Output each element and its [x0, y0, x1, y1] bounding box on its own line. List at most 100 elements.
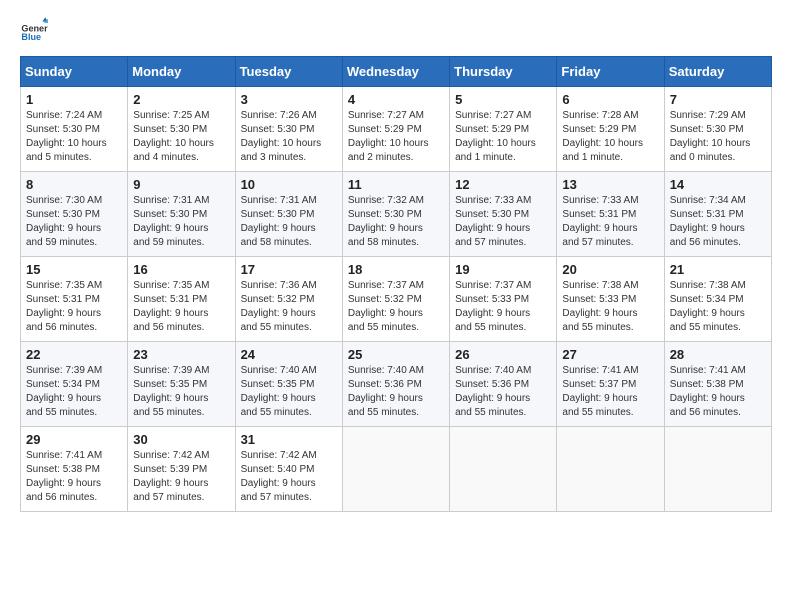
calendar-cell: 7 Sunrise: 7:29 AM Sunset: 5:30 PM Daylig…: [664, 87, 771, 172]
calendar-cell: 15 Sunrise: 7:35 AM Sunset: 5:31 PM Dayli…: [21, 257, 128, 342]
calendar-cell: 8 Sunrise: 7:30 AM Sunset: 5:30 PM Daylig…: [21, 172, 128, 257]
calendar-cell: 11 Sunrise: 7:32 AM Sunset: 5:30 PM Dayli…: [342, 172, 449, 257]
day-info: Sunrise: 7:31 AM Sunset: 5:30 PM Dayligh…: [133, 194, 229, 250]
calendar-cell: [342, 427, 449, 512]
calendar-cell: 13 Sunrise: 7:33 AM Sunset: 5:31 PM Dayli…: [557, 172, 664, 257]
calendar-cell: 21 Sunrise: 7:38 AM Sunset: 5:34 PM Dayli…: [664, 257, 771, 342]
day-info: Sunrise: 7:25 AM Sunset: 5:30 PM Dayligh…: [133, 109, 229, 165]
logo-icon: General Blue: [20, 16, 48, 44]
weekday-header-wednesday: Wednesday: [342, 57, 449, 87]
day-info: Sunrise: 7:40 AM Sunset: 5:36 PM Dayligh…: [348, 364, 444, 420]
calendar-cell: 10 Sunrise: 7:31 AM Sunset: 5:30 PM Dayli…: [235, 172, 342, 257]
day-info: Sunrise: 7:39 AM Sunset: 5:34 PM Dayligh…: [26, 364, 122, 420]
day-number: 30: [133, 432, 229, 447]
day-number: 22: [26, 347, 122, 362]
weekday-header-sunday: Sunday: [21, 57, 128, 87]
day-number: 3: [241, 92, 337, 107]
day-number: 27: [562, 347, 658, 362]
calendar-cell: [557, 427, 664, 512]
day-info: Sunrise: 7:28 AM Sunset: 5:29 PM Dayligh…: [562, 109, 658, 165]
day-number: 21: [670, 262, 766, 277]
day-number: 31: [241, 432, 337, 447]
calendar-cell: 22 Sunrise: 7:39 AM Sunset: 5:34 PM Dayli…: [21, 342, 128, 427]
page-header: General Blue: [20, 16, 772, 44]
day-number: 17: [241, 262, 337, 277]
day-info: Sunrise: 7:30 AM Sunset: 5:30 PM Dayligh…: [26, 194, 122, 250]
day-info: Sunrise: 7:27 AM Sunset: 5:29 PM Dayligh…: [348, 109, 444, 165]
day-number: 7: [670, 92, 766, 107]
calendar-cell: 5 Sunrise: 7:27 AM Sunset: 5:29 PM Daylig…: [450, 87, 557, 172]
day-number: 10: [241, 177, 337, 192]
day-info: Sunrise: 7:26 AM Sunset: 5:30 PM Dayligh…: [241, 109, 337, 165]
calendar-cell: 24 Sunrise: 7:40 AM Sunset: 5:35 PM Dayli…: [235, 342, 342, 427]
calendar-table: SundayMondayTuesdayWednesdayThursdayFrid…: [20, 56, 772, 512]
day-number: 1: [26, 92, 122, 107]
calendar-cell: 6 Sunrise: 7:28 AM Sunset: 5:29 PM Daylig…: [557, 87, 664, 172]
day-number: 18: [348, 262, 444, 277]
day-info: Sunrise: 7:37 AM Sunset: 5:33 PM Dayligh…: [455, 279, 551, 335]
weekday-header-monday: Monday: [128, 57, 235, 87]
day-info: Sunrise: 7:40 AM Sunset: 5:36 PM Dayligh…: [455, 364, 551, 420]
day-info: Sunrise: 7:42 AM Sunset: 5:40 PM Dayligh…: [241, 449, 337, 505]
calendar-cell: 16 Sunrise: 7:35 AM Sunset: 5:31 PM Dayli…: [128, 257, 235, 342]
day-info: Sunrise: 7:38 AM Sunset: 5:34 PM Dayligh…: [670, 279, 766, 335]
day-number: 5: [455, 92, 551, 107]
weekday-header-tuesday: Tuesday: [235, 57, 342, 87]
svg-text:Blue: Blue: [21, 32, 41, 42]
day-info: Sunrise: 7:36 AM Sunset: 5:32 PM Dayligh…: [241, 279, 337, 335]
calendar-cell: 18 Sunrise: 7:37 AM Sunset: 5:32 PM Dayli…: [342, 257, 449, 342]
calendar-cell: 29 Sunrise: 7:41 AM Sunset: 5:38 PM Dayli…: [21, 427, 128, 512]
weekday-header-saturday: Saturday: [664, 57, 771, 87]
day-number: 13: [562, 177, 658, 192]
calendar-cell: 20 Sunrise: 7:38 AM Sunset: 5:33 PM Dayli…: [557, 257, 664, 342]
day-number: 14: [670, 177, 766, 192]
day-number: 19: [455, 262, 551, 277]
day-number: 23: [133, 347, 229, 362]
day-info: Sunrise: 7:32 AM Sunset: 5:30 PM Dayligh…: [348, 194, 444, 250]
calendar-cell: [664, 427, 771, 512]
day-number: 6: [562, 92, 658, 107]
day-info: Sunrise: 7:35 AM Sunset: 5:31 PM Dayligh…: [26, 279, 122, 335]
calendar-cell: 4Sunrise: 7:27 AM Sunset: 5:29 PM Daylig…: [342, 87, 449, 172]
calendar-cell: 12Sunrise: 7:33 AM Sunset: 5:30 PM Dayli…: [450, 172, 557, 257]
day-info: Sunrise: 7:29 AM Sunset: 5:30 PM Dayligh…: [670, 109, 766, 165]
calendar-cell: 9Sunrise: 7:31 AM Sunset: 5:30 PM Daylig…: [128, 172, 235, 257]
weekday-header-thursday: Thursday: [450, 57, 557, 87]
day-info: Sunrise: 7:41 AM Sunset: 5:38 PM Dayligh…: [670, 364, 766, 420]
logo: General Blue: [20, 16, 48, 44]
day-number: 11: [348, 177, 444, 192]
day-info: Sunrise: 7:41 AM Sunset: 5:38 PM Dayligh…: [26, 449, 122, 505]
day-info: Sunrise: 7:27 AM Sunset: 5:29 PM Dayligh…: [455, 109, 551, 165]
day-info: Sunrise: 7:31 AM Sunset: 5:30 PM Dayligh…: [241, 194, 337, 250]
calendar-cell: 23 Sunrise: 7:39 AM Sunset: 5:35 PM Dayli…: [128, 342, 235, 427]
day-info: Sunrise: 7:39 AM Sunset: 5:35 PM Dayligh…: [133, 364, 229, 420]
day-info: Sunrise: 7:38 AM Sunset: 5:33 PM Dayligh…: [562, 279, 658, 335]
weekday-header-row: SundayMondayTuesdayWednesdayThursdayFrid…: [21, 57, 772, 87]
weekday-header-friday: Friday: [557, 57, 664, 87]
day-number: 2: [133, 92, 229, 107]
day-info: Sunrise: 7:37 AM Sunset: 5:32 PM Dayligh…: [348, 279, 444, 335]
day-number: 16: [133, 262, 229, 277]
day-info: Sunrise: 7:34 AM Sunset: 5:31 PM Dayligh…: [670, 194, 766, 250]
day-number: 20: [562, 262, 658, 277]
day-info: Sunrise: 7:41 AM Sunset: 5:37 PM Dayligh…: [562, 364, 658, 420]
day-number: 24: [241, 347, 337, 362]
calendar-cell: 19 Sunrise: 7:37 AM Sunset: 5:33 PM Dayli…: [450, 257, 557, 342]
day-number: 29: [26, 432, 122, 447]
calendar-cell: 1 Sunrise: 7:24 AM Sunset: 5:30 PM Daylig…: [21, 87, 128, 172]
calendar-cell: 31 Sunrise: 7:42 AM Sunset: 5:40 PM Dayli…: [235, 427, 342, 512]
day-info: Sunrise: 7:35 AM Sunset: 5:31 PM Dayligh…: [133, 279, 229, 335]
day-number: 26: [455, 347, 551, 362]
day-info: Sunrise: 7:33 AM Sunset: 5:31 PM Dayligh…: [562, 194, 658, 250]
day-info: Sunrise: 7:40 AM Sunset: 5:35 PM Dayligh…: [241, 364, 337, 420]
day-info: Sunrise: 7:24 AM Sunset: 5:30 PM Dayligh…: [26, 109, 122, 165]
calendar-cell: 14 Sunrise: 7:34 AM Sunset: 5:31 PM Dayli…: [664, 172, 771, 257]
day-number: 15: [26, 262, 122, 277]
day-number: 25: [348, 347, 444, 362]
calendar-cell: [450, 427, 557, 512]
day-info: Sunrise: 7:33 AM Sunset: 5:30 PM Dayligh…: [455, 194, 551, 250]
calendar-cell: 27 Sunrise: 7:41 AM Sunset: 5:37 PM Dayli…: [557, 342, 664, 427]
day-info: Sunrise: 7:42 AM Sunset: 5:39 PM Dayligh…: [133, 449, 229, 505]
day-number: 8: [26, 177, 122, 192]
calendar-cell: 17 Sunrise: 7:36 AM Sunset: 5:32 PM Dayli…: [235, 257, 342, 342]
